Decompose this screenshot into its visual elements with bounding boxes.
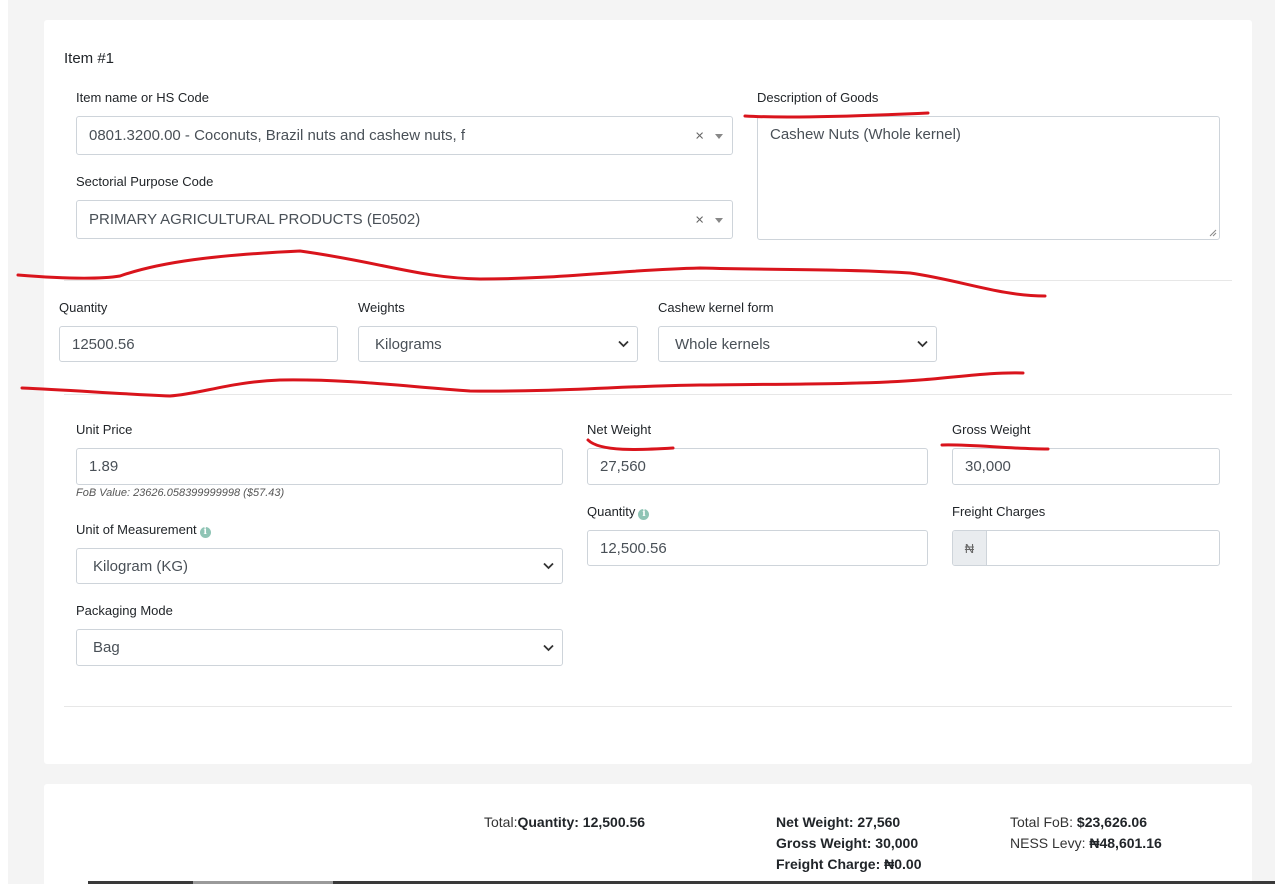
packaging-value: Bag	[93, 639, 120, 656]
chevron-down-icon	[543, 562, 554, 570]
caret-down-icon[interactable]	[715, 217, 723, 223]
item-card: Item #1 Item name or HS Code 0801.3200.0…	[44, 20, 1252, 764]
caret-down-icon[interactable]	[715, 133, 723, 139]
total-quantity: Total:Quantity: 12,500.56	[484, 812, 645, 833]
packaging-label: Packaging Mode	[76, 603, 173, 618]
total-freight-charge: Freight Charge: ₦0.00	[776, 856, 922, 872]
quantity2-label-text: Quantity	[587, 504, 636, 519]
resize-grip-icon[interactable]	[1208, 228, 1217, 237]
quantity2-label: Quantity i	[587, 504, 650, 520]
hs-code-label: Item name or HS Code	[76, 90, 209, 105]
cashew-form-label: Cashew kernel form	[658, 300, 774, 315]
unit-measure-value: Kilogram (KG)	[93, 557, 189, 575]
info-icon[interactable]: i	[638, 509, 650, 520]
cashew-form-value: Whole kernels	[675, 335, 771, 353]
unit-price-label: Unit Price	[76, 422, 133, 437]
divider	[64, 280, 1232, 281]
total-fob-ness: Total FoB: $23,626.06 NESS Levy: ₦48,601…	[1010, 812, 1162, 854]
divider	[64, 394, 1232, 395]
packaging-select[interactable]: Bag	[76, 629, 563, 666]
description-textarea[interactable]: Cashew Nuts (Whole kernel)	[757, 116, 1220, 240]
total-weights: Net Weight: 27,560 Gross Weight: 30,000 …	[776, 812, 921, 875]
unit-measure-label-text: Unit of Measurement	[76, 522, 197, 537]
description-value: Cashew Nuts (Whole kernel)	[770, 126, 961, 143]
cashew-form-select[interactable]: Whole kernels	[658, 326, 937, 362]
unit-measure-label: Unit of Measurement i	[76, 522, 211, 538]
total-net-weight: Net Weight: 27,560	[776, 814, 901, 830]
quantity2-input[interactable]: 12,500.56	[587, 530, 928, 566]
gross-weight-value: 30,000	[965, 458, 1011, 475]
freight-input[interactable]	[987, 531, 1219, 565]
sector-code-value: PRIMARY AGRICULTURAL PRODUCTS (E0502)	[89, 211, 421, 228]
net-weight-value: 27,560	[600, 458, 646, 475]
description-label: Description of Goods	[757, 90, 879, 105]
net-weight-input[interactable]: 27,560	[587, 448, 928, 485]
total-quantity-value: Quantity: 12,500.56	[517, 814, 646, 830]
info-icon[interactable]: i	[199, 527, 211, 538]
clear-icon[interactable]: ×	[695, 127, 704, 144]
gross-weight-input[interactable]: 30,000	[952, 448, 1220, 485]
weights-select[interactable]: Kilograms	[358, 326, 638, 362]
hs-code-value: 0801.3200.00 - Coconuts, Brazil nuts and…	[89, 127, 466, 144]
fob-prefix: Total FoB:	[1010, 814, 1074, 830]
total-fob-value: $23,626.06	[1076, 814, 1147, 830]
left-edge-strip	[0, 0, 8, 884]
unit-price-value: 1.89	[89, 458, 119, 475]
item-title: Item #1	[64, 50, 115, 67]
freight-input-group: ₦	[952, 530, 1220, 566]
gross-weight-label: Gross Weight	[952, 422, 1031, 437]
total-prefix: Total:	[484, 814, 518, 830]
divider	[64, 706, 1232, 707]
totals-card: Total:Quantity: 12,500.56 Net Weight: 27…	[44, 784, 1252, 884]
hs-code-select[interactable]: 0801.3200.00 - Coconuts, Brazil nuts and…	[76, 116, 733, 155]
chevron-down-icon	[618, 340, 629, 348]
ness-levy-value: ₦48,601.16	[1089, 835, 1162, 851]
quantity2-value: 12,500.56	[600, 539, 667, 557]
quantity-label: Quantity	[59, 300, 108, 315]
weights-value: Kilograms	[375, 335, 442, 353]
chevron-down-icon	[917, 340, 928, 348]
unit-measure-select[interactable]: Kilogram (KG)	[76, 548, 563, 584]
sector-code-select[interactable]: PRIMARY AGRICULTURAL PRODUCTS (E0502) ×	[76, 200, 733, 239]
fob-value-help: FoB Value: 23626.058399999998 ($57.43)	[76, 487, 285, 499]
clear-icon[interactable]: ×	[695, 211, 704, 228]
freight-label: Freight Charges	[952, 504, 1046, 519]
total-gross-weight: Gross Weight: 30,000	[776, 835, 919, 851]
naira-currency-addon: ₦	[953, 531, 987, 565]
weights-label: Weights	[358, 300, 405, 315]
net-weight-label: Net Weight	[587, 422, 652, 437]
sector-code-label: Sectorial Purpose Code	[76, 174, 214, 189]
unit-price-input[interactable]: 1.89	[76, 448, 563, 485]
chevron-down-icon	[543, 644, 554, 651]
ness-prefix: NESS Levy:	[1010, 835, 1086, 851]
quantity-value: 12500.56	[72, 335, 135, 353]
quantity-input[interactable]: 12500.56	[59, 326, 338, 362]
